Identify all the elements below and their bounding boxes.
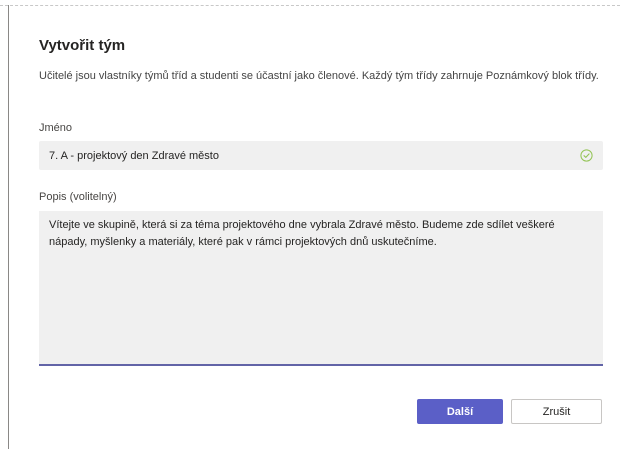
check-circle-icon: [580, 149, 593, 162]
next-button[interactable]: Další: [417, 399, 503, 424]
dialog-description: Učitelé jsou vlastníky týmů tříd a stude…: [39, 70, 599, 82]
cancel-button[interactable]: Zrušit: [511, 399, 602, 424]
left-divider: [8, 5, 9, 449]
name-label: Jméno: [39, 122, 73, 134]
top-divider: [0, 5, 620, 6]
name-field-container: [39, 141, 603, 170]
description-field-container: Vítejte ve skupině, která si za téma pro…: [39, 211, 603, 366]
page: Vytvořit tým Učitelé jsou vlastníky týmů…: [0, 0, 620, 449]
description-textarea[interactable]: Vítejte ve skupině, která si za téma pro…: [49, 217, 593, 358]
dialog-title: Vytvořit tým: [39, 37, 126, 54]
description-label: Popis (volitelný): [39, 191, 117, 203]
name-input[interactable]: [49, 149, 580, 162]
